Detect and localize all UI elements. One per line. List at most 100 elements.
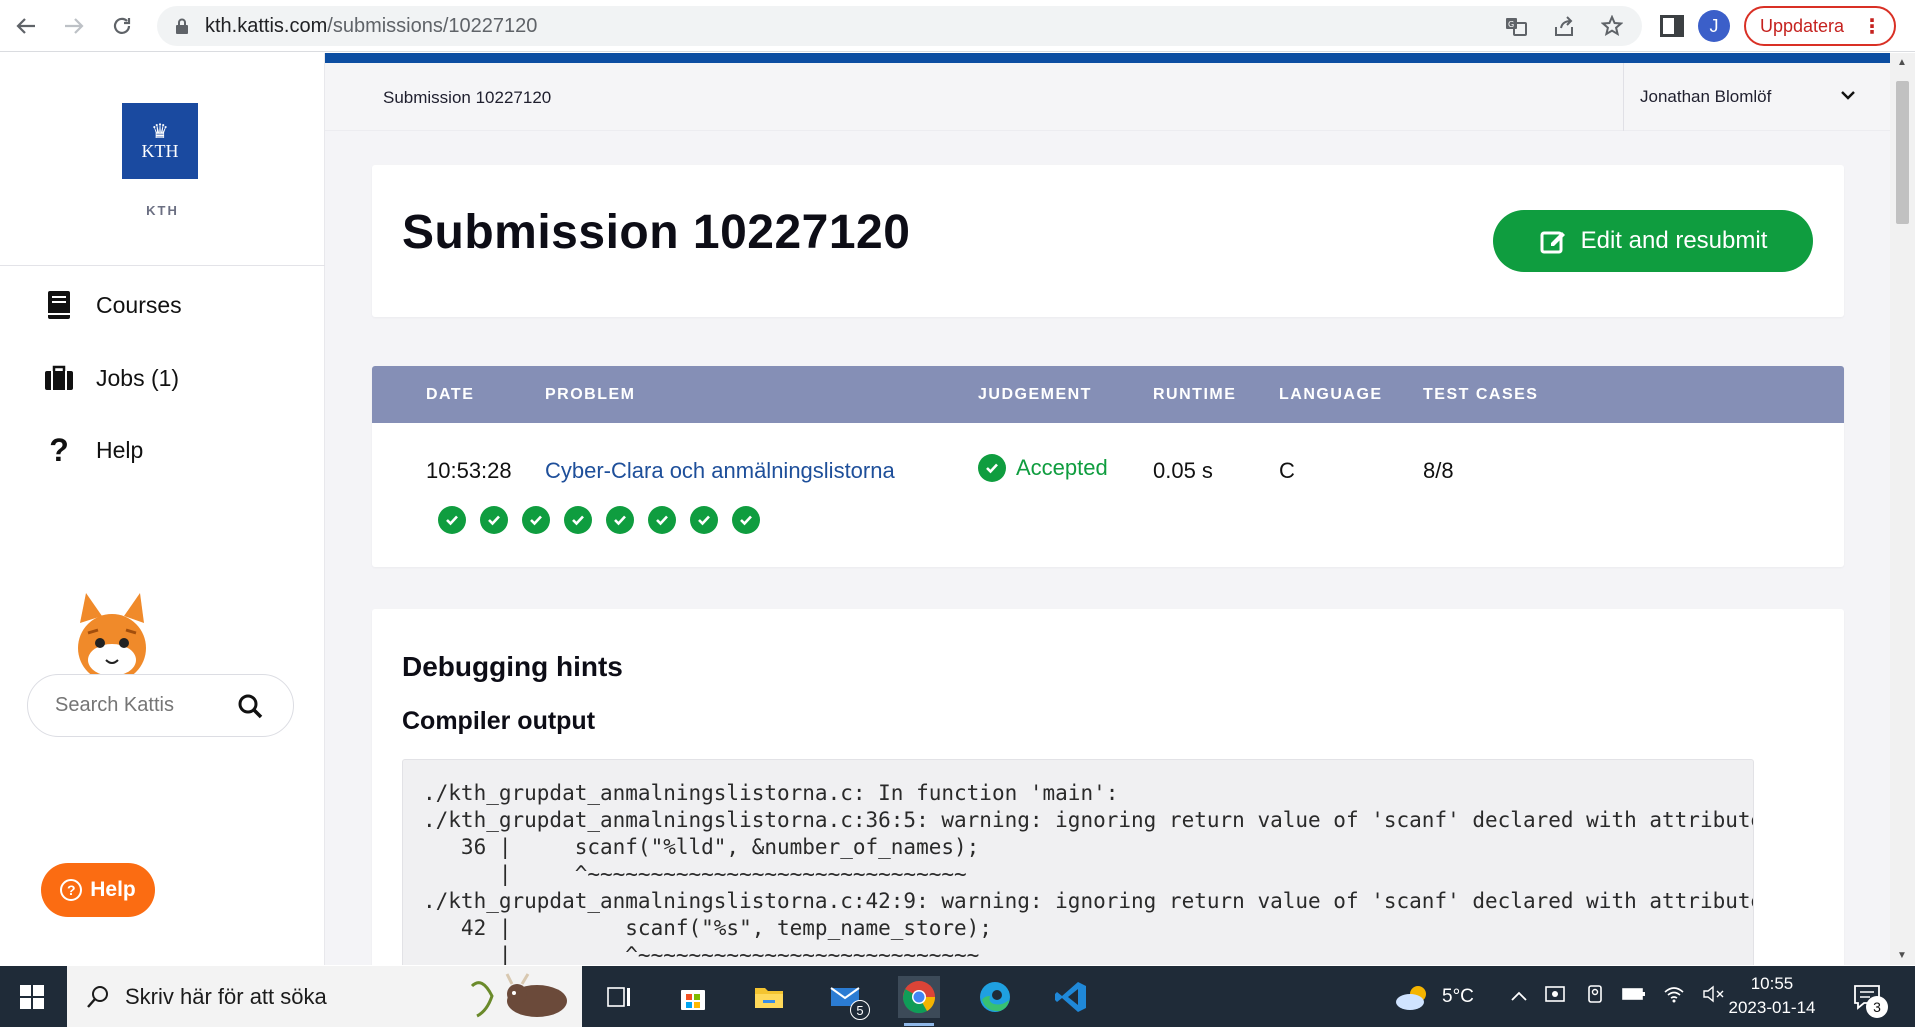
sidebar-item-label: Jobs (1)	[96, 364, 180, 391]
test-cases-value: 8/8	[1423, 458, 1454, 483]
column-header-test-cases: TEST CASES	[1423, 386, 1539, 403]
search-icon[interactable]	[237, 693, 263, 719]
search-highlight-illustration	[470, 973, 567, 1018]
table-header: DATE PROBLEM JUDGEMENT RUNTIME LANGUAGE …	[372, 366, 1844, 423]
search-input[interactable]	[55, 694, 235, 717]
sidebar-item-help[interactable]: ? Help	[44, 431, 144, 468]
compiler-output-text: ./kth_grupdat_anmalningslistorna.c: In f…	[423, 781, 1754, 965]
weather-widget[interactable]: 5°C	[1392, 966, 1474, 1027]
debugging-card: Debugging hints Compiler output ./kth_gr…	[372, 609, 1844, 965]
scroll-thumb[interactable]	[1896, 81, 1909, 224]
test-case-passed-icon[interactable]	[564, 506, 592, 534]
test-case-passed-icon[interactable]	[522, 506, 550, 534]
submission-date: 10:53:28	[426, 458, 512, 483]
edit-resubmit-label: Edit and resubmit	[1580, 227, 1768, 254]
test-case-passed-icon[interactable]	[732, 506, 760, 534]
briefcase-icon	[44, 363, 74, 393]
column-header-judgement: JUDGEMENT	[978, 386, 1092, 403]
column-header-language: LANGUAGE	[1279, 386, 1383, 403]
url-text: kth.kattis.com/submissions/10227120	[205, 14, 538, 37]
edge-icon[interactable]	[974, 976, 1016, 1018]
taskbar-search-label: Skriv här för att söka	[125, 983, 327, 1009]
sidebar: ♛ KTH KTH Courses Jobs (1) ? Help Search…	[0, 53, 325, 965]
weather-temp: 5°C	[1442, 985, 1474, 1007]
edit-icon	[1540, 231, 1565, 254]
reload-icon[interactable]	[102, 6, 142, 46]
search-icon	[87, 985, 108, 1008]
back-icon[interactable]	[6, 6, 46, 46]
judgement-label: Accepted	[1016, 455, 1108, 480]
help-button[interactable]: ? Help	[41, 863, 155, 917]
wifi-icon[interactable]	[1662, 984, 1686, 1010]
search-box	[27, 674, 294, 737]
page-title: Submission 10227120	[402, 206, 911, 259]
chevron-up-icon[interactable]	[1510, 986, 1528, 1008]
sidebar-item-label: Help	[96, 436, 144, 463]
column-header-runtime: RUNTIME	[1153, 386, 1237, 403]
submission-table: DATE PROBLEM JUDGEMENT RUNTIME LANGUAGE …	[372, 366, 1844, 567]
browser-toolbar: kth.kattis.com/submissions/10227120 G J …	[0, 0, 1915, 52]
file-explorer-icon[interactable]	[748, 976, 790, 1018]
page-scrollbar[interactable]: ▲ ▼	[1890, 53, 1915, 965]
battery-icon[interactable]	[1622, 986, 1646, 1008]
test-case-passed-icon[interactable]	[606, 506, 634, 534]
menu-dots-icon: ⋮	[1862, 15, 1882, 38]
test-case-passed-icon[interactable]	[690, 506, 718, 534]
taskbar-search[interactable]: Skriv här för att söka	[67, 966, 582, 1027]
bookmark-star-icon[interactable]	[1600, 14, 1624, 38]
help-button-label: Help	[90, 878, 136, 901]
profile-avatar[interactable]: J	[1698, 10, 1730, 42]
compiler-output-box[interactable]: ./kth_grupdat_anmalningslistorna.c: In f…	[402, 759, 1754, 965]
page: ♛ KTH KTH Courses Jobs (1) ? Help Search…	[0, 53, 1915, 965]
update-label: Uppdatera	[1760, 15, 1845, 36]
judgement-status: Accepted	[978, 454, 1108, 482]
mail-badge: 5	[850, 1000, 870, 1020]
svg-text:G: G	[1508, 20, 1514, 29]
scroll-down-icon[interactable]: ▼	[1897, 950, 1907, 961]
share-icon[interactable]	[1552, 14, 1576, 38]
problem-link[interactable]: Cyber-Clara och anmälningslistorna	[545, 458, 895, 483]
kth-logo[interactable]: ♛ KTH	[122, 103, 198, 179]
sidebar-item-jobs[interactable]: Jobs (1)	[44, 363, 179, 393]
microsoft-store-icon[interactable]	[672, 976, 714, 1018]
scroll-up-icon[interactable]: ▲	[1897, 57, 1907, 68]
mail-icon[interactable]: 5	[824, 976, 870, 1020]
notification-badge: 3	[1866, 996, 1888, 1018]
top-bar: Submission 10227120 Jonathan Blomlöf	[325, 63, 1890, 131]
runtime-value: 0.05 s	[1153, 458, 1213, 483]
user-menu[interactable]: Jonathan Blomlöf	[1623, 63, 1890, 131]
windows-start-icon[interactable]	[0, 966, 64, 1027]
clock-date: 2023-01-14	[1728, 998, 1816, 1017]
system-tray	[1510, 966, 1726, 1027]
top-accent-bar	[325, 53, 1890, 63]
logo-text: KTH	[141, 141, 179, 161]
title-card: Submission 10227120 Edit and resubmit	[372, 165, 1844, 317]
book-icon	[44, 290, 74, 320]
taskbar-clock[interactable]: 10:55 2023-01-14	[1722, 972, 1822, 1020]
translate-icon[interactable]: G	[1504, 14, 1528, 38]
vscode-icon[interactable]	[1050, 976, 1092, 1018]
sidebar-item-courses[interactable]: Courses	[44, 290, 182, 320]
language-value: C	[1279, 458, 1295, 483]
test-case-passed-icon[interactable]	[648, 506, 676, 534]
windows-taskbar: Skriv här för att söka 5 5°C 10:55 2023-…	[0, 966, 1915, 1027]
forward-icon[interactable]	[54, 6, 94, 46]
meet-now-icon[interactable]	[1544, 983, 1568, 1011]
question-icon: ?	[49, 431, 69, 468]
test-case-results	[438, 506, 760, 534]
active-indicator	[904, 1023, 934, 1026]
update-button[interactable]: Uppdatera ⋮	[1744, 6, 1897, 46]
compiler-output-heading: Compiler output	[402, 707, 596, 735]
test-case-passed-icon[interactable]	[480, 506, 508, 534]
chrome-icon[interactable]	[898, 976, 940, 1026]
camera-icon[interactable]	[1584, 983, 1606, 1011]
address-bar[interactable]: kth.kattis.com/submissions/10227120 G	[157, 6, 1642, 46]
divider	[0, 265, 325, 266]
test-case-passed-icon[interactable]	[438, 506, 466, 534]
clock-time: 10:55	[1750, 974, 1794, 993]
task-view-icon[interactable]	[598, 976, 640, 1018]
side-panel-icon[interactable]	[1660, 15, 1684, 37]
column-header-date: DATE	[426, 386, 475, 403]
logo-caption: KTH	[146, 203, 179, 218]
edit-resubmit-button[interactable]: Edit and resubmit	[1493, 210, 1813, 272]
